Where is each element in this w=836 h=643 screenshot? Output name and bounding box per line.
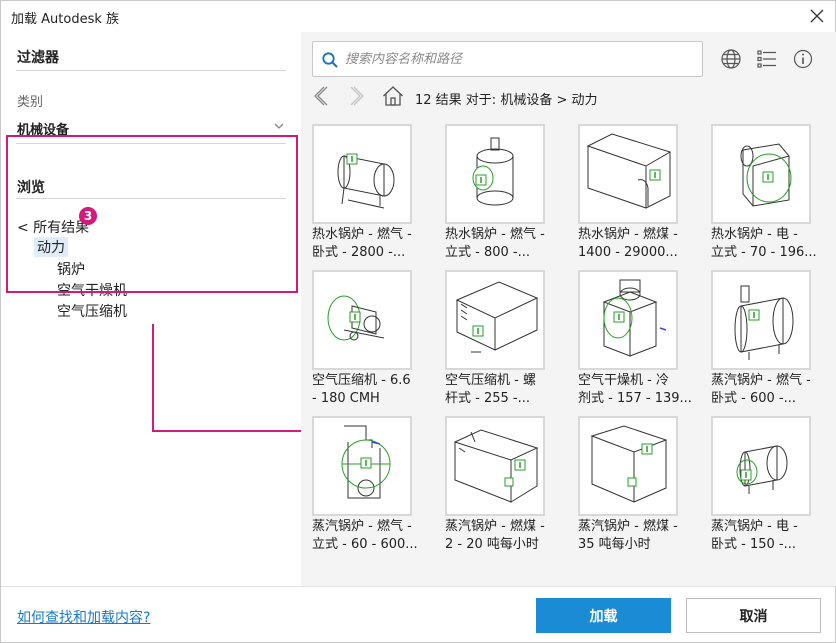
results-breadcrumb: 12 结果 对于: 机械设备 > 动力	[415, 93, 598, 108]
title-bar: 加载 Autodesk 族	[1, 1, 835, 32]
load-family-dialog: 加载 Autodesk 族 过滤器 类别 机械设备 浏览 < 所有结果 动力 锅…	[0, 0, 836, 643]
close-icon[interactable]	[805, 5, 829, 27]
browse-highlight-box	[6, 135, 298, 293]
dialog-footer: 如何查找和加载内容? 加载 取消	[1, 586, 835, 642]
family-caption: 热水锅炉 - 燃煤 -1400 - 29000...	[578, 227, 678, 260]
family-thumbnail	[445, 270, 545, 370]
family-thumbnail	[578, 124, 678, 224]
family-caption: 蒸汽锅炉 - 燃气 - 立式 - 60 - 600...	[312, 519, 418, 552]
left-pane: 过滤器 类别 机械设备 浏览 < 所有结果 动力 锅炉 空气干燥机 空气压缩机	[1, 32, 301, 586]
family-item[interactable]: 空气干燥机 - 冷剂式 - 157 - 139...	[578, 270, 692, 410]
search-icon	[321, 51, 339, 73]
family-caption: 空气压缩机 - 6.6- 180 CMH	[312, 373, 411, 406]
info-icon[interactable]	[791, 47, 815, 71]
family-item[interactable]: 蒸汽锅炉 - 电 - 卧式 - 150 -...	[711, 416, 811, 556]
family-caption: 空气压缩机 - 螺杆式 - 255 -...	[445, 373, 536, 406]
family-thumbnail	[711, 416, 811, 516]
family-item[interactable]: 空气压缩机 - 6.6- 180 CMH	[312, 270, 412, 410]
family-caption: 热水锅炉 - 燃气 - 立式 - 800 -...	[445, 227, 545, 260]
family-item[interactable]: 蒸汽锅炉 - 燃气 - 卧式 - 600 -...	[711, 270, 811, 410]
family-thumbnail	[312, 416, 412, 516]
family-thumbnail	[578, 416, 678, 516]
family-item[interactable]: 蒸汽锅炉 - 燃煤 -2 - 20 吨每小时	[445, 416, 545, 556]
back-arrow-icon[interactable]	[309, 84, 333, 108]
family-caption: 热水锅炉 - 燃气 - 卧式 - 2800 -...	[312, 227, 412, 260]
family-thumbnail	[312, 270, 412, 370]
family-item[interactable]: 热水锅炉 - 电 - 立式 - 70 - 196...	[711, 124, 817, 264]
family-item[interactable]: 蒸汽锅炉 - 燃气 - 立式 - 60 - 600...	[312, 416, 418, 556]
family-caption: 蒸汽锅炉 - 燃气 - 卧式 - 600 -...	[711, 373, 811, 406]
family-item[interactable]: 热水锅炉 - 燃气 - 卧式 - 2800 -...	[312, 124, 412, 264]
cancel-button[interactable]: 取消	[686, 598, 821, 633]
chevron-down-icon	[273, 120, 285, 136]
search-input[interactable]	[345, 48, 695, 70]
family-caption: 空气干燥机 - 冷剂式 - 157 - 139...	[578, 373, 692, 406]
family-thumbnail	[578, 270, 678, 370]
family-item[interactable]: 热水锅炉 - 燃气 - 立式 - 800 -...	[445, 124, 545, 264]
globe-icon[interactable]	[719, 47, 743, 71]
home-icon[interactable]	[381, 84, 405, 108]
callout-connector	[152, 430, 324, 432]
family-item[interactable]: 热水锅炉 - 燃煤 -1400 - 29000...	[578, 124, 678, 264]
callout-badge: 3	[79, 207, 97, 225]
search-box[interactable]	[312, 41, 703, 77]
tree-item-air-compressor[interactable]: 空气压缩机	[57, 301, 127, 321]
navigation-row: 12 结果 对于: 机械设备 > 动力	[309, 84, 829, 110]
family-caption: 热水锅炉 - 电 - 立式 - 70 - 196...	[711, 227, 817, 260]
family-thumbnail	[445, 416, 545, 516]
family-thumbnail	[711, 270, 811, 370]
callout-connector	[152, 324, 154, 432]
list-view-icon[interactable]	[755, 47, 779, 71]
family-caption: 蒸汽锅炉 - 燃煤 -2 - 20 吨每小时	[445, 519, 545, 552]
filters-heading: 过滤器	[17, 50, 59, 66]
window-title: 加载 Autodesk 族	[11, 12, 119, 27]
divider	[16, 70, 286, 71]
right-pane: 12 结果 对于: 机械设备 > 动力 热水锅炉 - 燃气 -卧式 - 2800…	[301, 32, 836, 586]
category-label: 类别	[17, 95, 44, 110]
load-button[interactable]: 加载	[536, 598, 671, 633]
family-caption: 蒸汽锅炉 - 燃煤 -35 吨每小时	[578, 519, 678, 552]
family-thumbnail	[312, 124, 412, 224]
family-item[interactable]: 空气压缩机 - 螺杆式 - 255 -...	[445, 270, 545, 410]
family-thumbnail	[711, 124, 811, 224]
family-caption: 蒸汽锅炉 - 电 - 卧式 - 150 -...	[711, 519, 798, 552]
family-item[interactable]: 蒸汽锅炉 - 燃煤 -35 吨每小时	[578, 416, 678, 556]
forward-arrow-icon[interactable]	[345, 84, 369, 108]
help-link[interactable]: 如何查找和加载内容?	[17, 607, 150, 627]
family-thumbnail	[445, 124, 545, 224]
